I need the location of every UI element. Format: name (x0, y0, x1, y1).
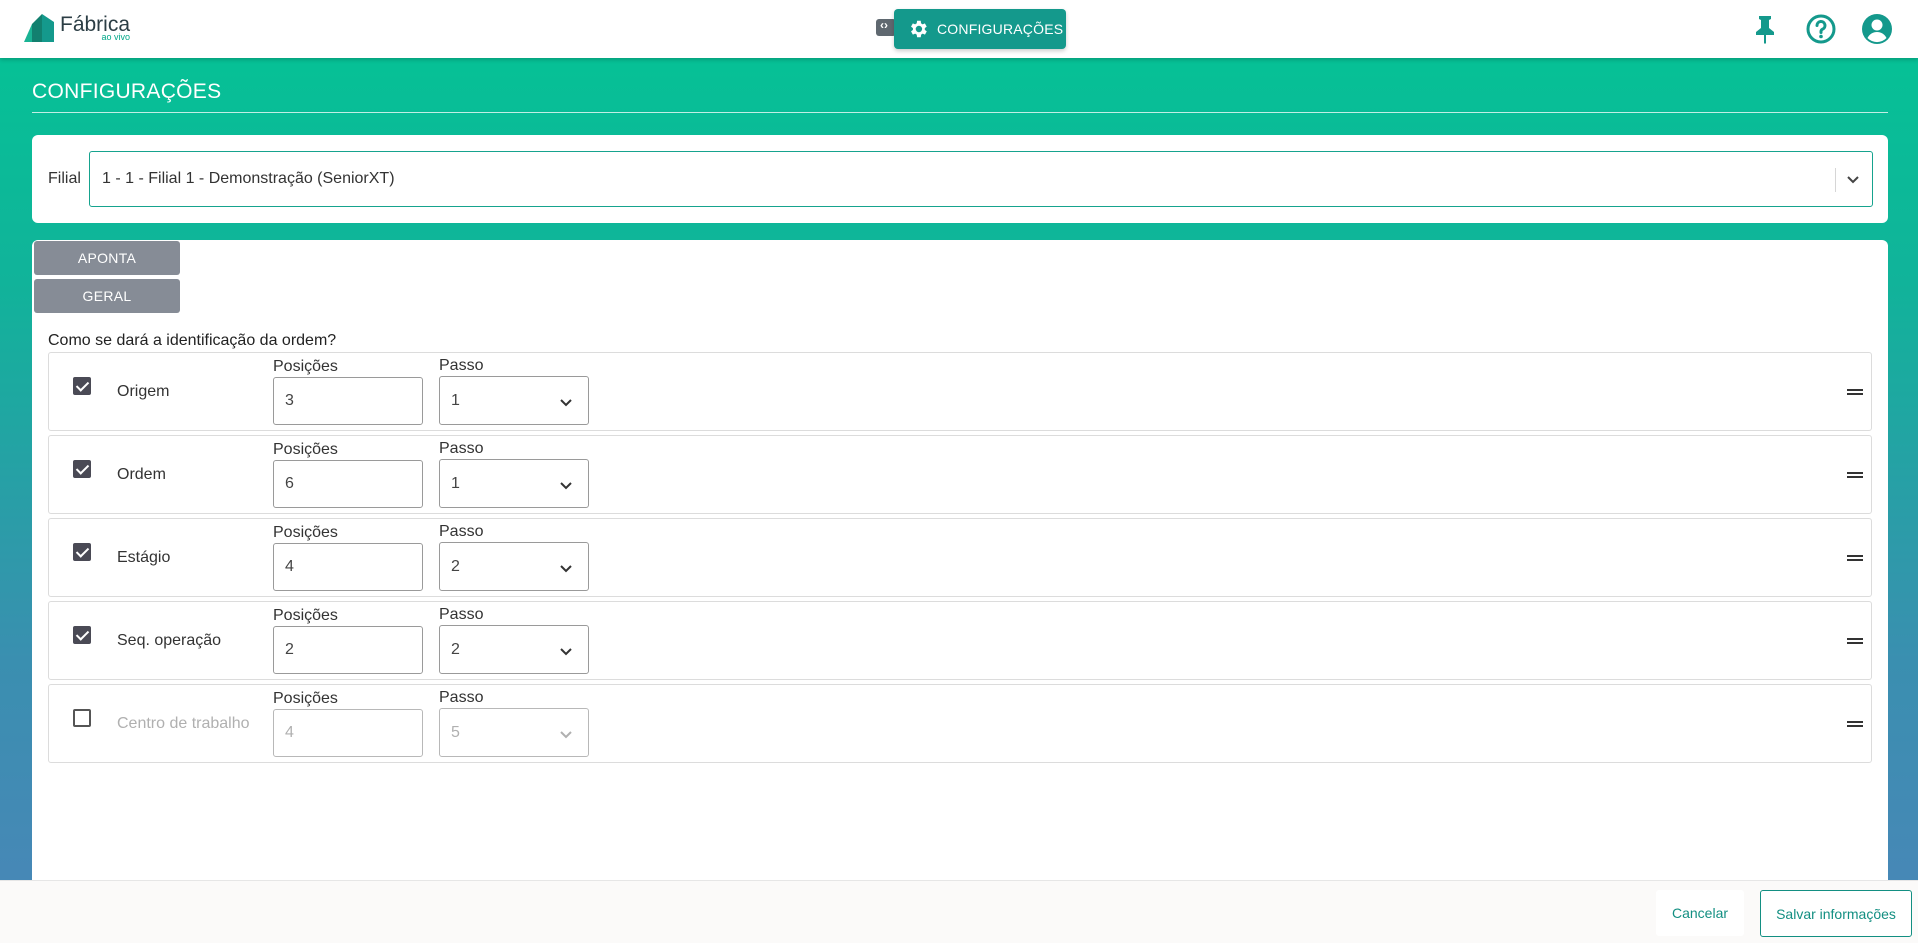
row-label: Estágio (117, 549, 171, 566)
passo-select-value: 2 (451, 640, 460, 658)
passo-select[interactable]: 2 (439, 542, 589, 591)
chevron-down-icon (560, 648, 572, 656)
row-checkbox[interactable] (73, 543, 91, 561)
footer-bar: Cancelar Salvar informações (0, 880, 1918, 943)
passo-select[interactable]: 1 (439, 376, 589, 425)
camera-code-icon[interactable] (876, 18, 896, 36)
drag-handle-icon[interactable] (1847, 389, 1863, 395)
posicoes-input[interactable]: 4 (273, 543, 423, 591)
passo-select-value: 1 (451, 391, 460, 409)
chevron-down-icon (560, 731, 572, 739)
config-row-centro-de-trabalho: Centro de trabalho Posições Passo 4 5 (48, 684, 1872, 763)
passo-select[interactable]: 2 (439, 625, 589, 674)
gear-icon (911, 20, 927, 38)
chevron-down-icon (560, 565, 572, 573)
save-button[interactable]: Salvar informações (1760, 890, 1912, 937)
passo-label: Passo (439, 689, 484, 706)
passo-label: Passo (439, 357, 484, 374)
cancel-button[interactable]: Cancelar (1656, 890, 1744, 936)
posicoes-label: Posições (273, 524, 338, 541)
title-divider (32, 112, 1888, 113)
passo-select-value: 2 (451, 557, 460, 575)
select-separator (1835, 168, 1836, 192)
passo-label: Passo (439, 606, 484, 623)
row-label: Centro de trabalho (117, 715, 250, 732)
posicoes-label: Posições (273, 690, 338, 707)
chevron-down-icon (560, 482, 572, 490)
passo-label: Passo (439, 523, 484, 540)
pin-icon[interactable] (1748, 12, 1782, 46)
account-icon[interactable] (1860, 12, 1894, 46)
main-card: APONTA GERAL Como se dará a identificaçã… (32, 240, 1888, 880)
tab-geral[interactable]: GERAL (34, 279, 180, 313)
configuracoes-button-label: CONFIGURAÇÕES (937, 21, 1064, 37)
row-checkbox[interactable] (73, 377, 91, 395)
drag-handle-icon[interactable] (1847, 555, 1863, 561)
passo-select-value: 5 (451, 723, 460, 741)
row-checkbox[interactable] (73, 626, 91, 644)
passo-select-value: 1 (451, 474, 460, 492)
config-row-origem: Origem Posições Passo 3 1 (48, 352, 1872, 431)
passo-select[interactable]: 5 (439, 708, 589, 757)
drag-handle-icon[interactable] (1847, 638, 1863, 644)
posicoes-input[interactable]: 2 (273, 626, 423, 674)
posicoes-label: Posições (273, 358, 338, 375)
filial-select-value: 1 - 1 - Filial 1 - Demonstração (SeniorX… (102, 170, 395, 187)
drag-handle-icon[interactable] (1847, 721, 1863, 727)
row-label: Origem (117, 383, 170, 400)
posicoes-input[interactable]: 3 (273, 377, 423, 425)
chevron-down-icon (560, 399, 572, 407)
posicoes-label: Posições (273, 607, 338, 624)
config-row-ordem: Ordem Posições Passo 6 1 (48, 435, 1872, 514)
row-checkbox[interactable] (73, 460, 91, 478)
row-label: Seq. operação (117, 632, 222, 649)
config-row-estagio: Estágio Posições Passo 4 2 (48, 518, 1872, 597)
help-icon[interactable] (1804, 12, 1838, 46)
logo-mark-icon (24, 14, 54, 42)
drag-handle-icon[interactable] (1847, 472, 1863, 478)
configuracoes-button[interactable]: CONFIGURAÇÕES (894, 9, 1066, 49)
posicoes-label: Posições (273, 441, 338, 458)
section-question: Como se dará a identificação da ordem? (48, 332, 337, 349)
passo-label: Passo (439, 440, 484, 457)
filial-card: Filial 1 - 1 - Filial 1 - Demonstração (… (32, 135, 1888, 223)
page-title: CONFIGURAÇÕES (32, 80, 222, 103)
filial-label: Filial (48, 170, 81, 187)
tab-aponta[interactable]: APONTA (34, 241, 180, 275)
config-row-seq-operacao: Seq. operação Posições Passo 2 2 (48, 601, 1872, 680)
top-bar: Fábrica ao vivo CONFIGURAÇÕES (0, 0, 1918, 58)
filial-select[interactable]: 1 - 1 - Filial 1 - Demonstração (SeniorX… (89, 151, 1873, 207)
passo-select[interactable]: 1 (439, 459, 589, 508)
row-label: Ordem (117, 466, 166, 483)
posicoes-input[interactable]: 4 (273, 709, 423, 757)
app-logo[interactable]: Fábrica ao vivo (24, 14, 130, 42)
row-checkbox[interactable] (73, 709, 91, 727)
posicoes-input[interactable]: 6 (273, 460, 423, 508)
chevron-down-icon[interactable] (1844, 170, 1862, 188)
